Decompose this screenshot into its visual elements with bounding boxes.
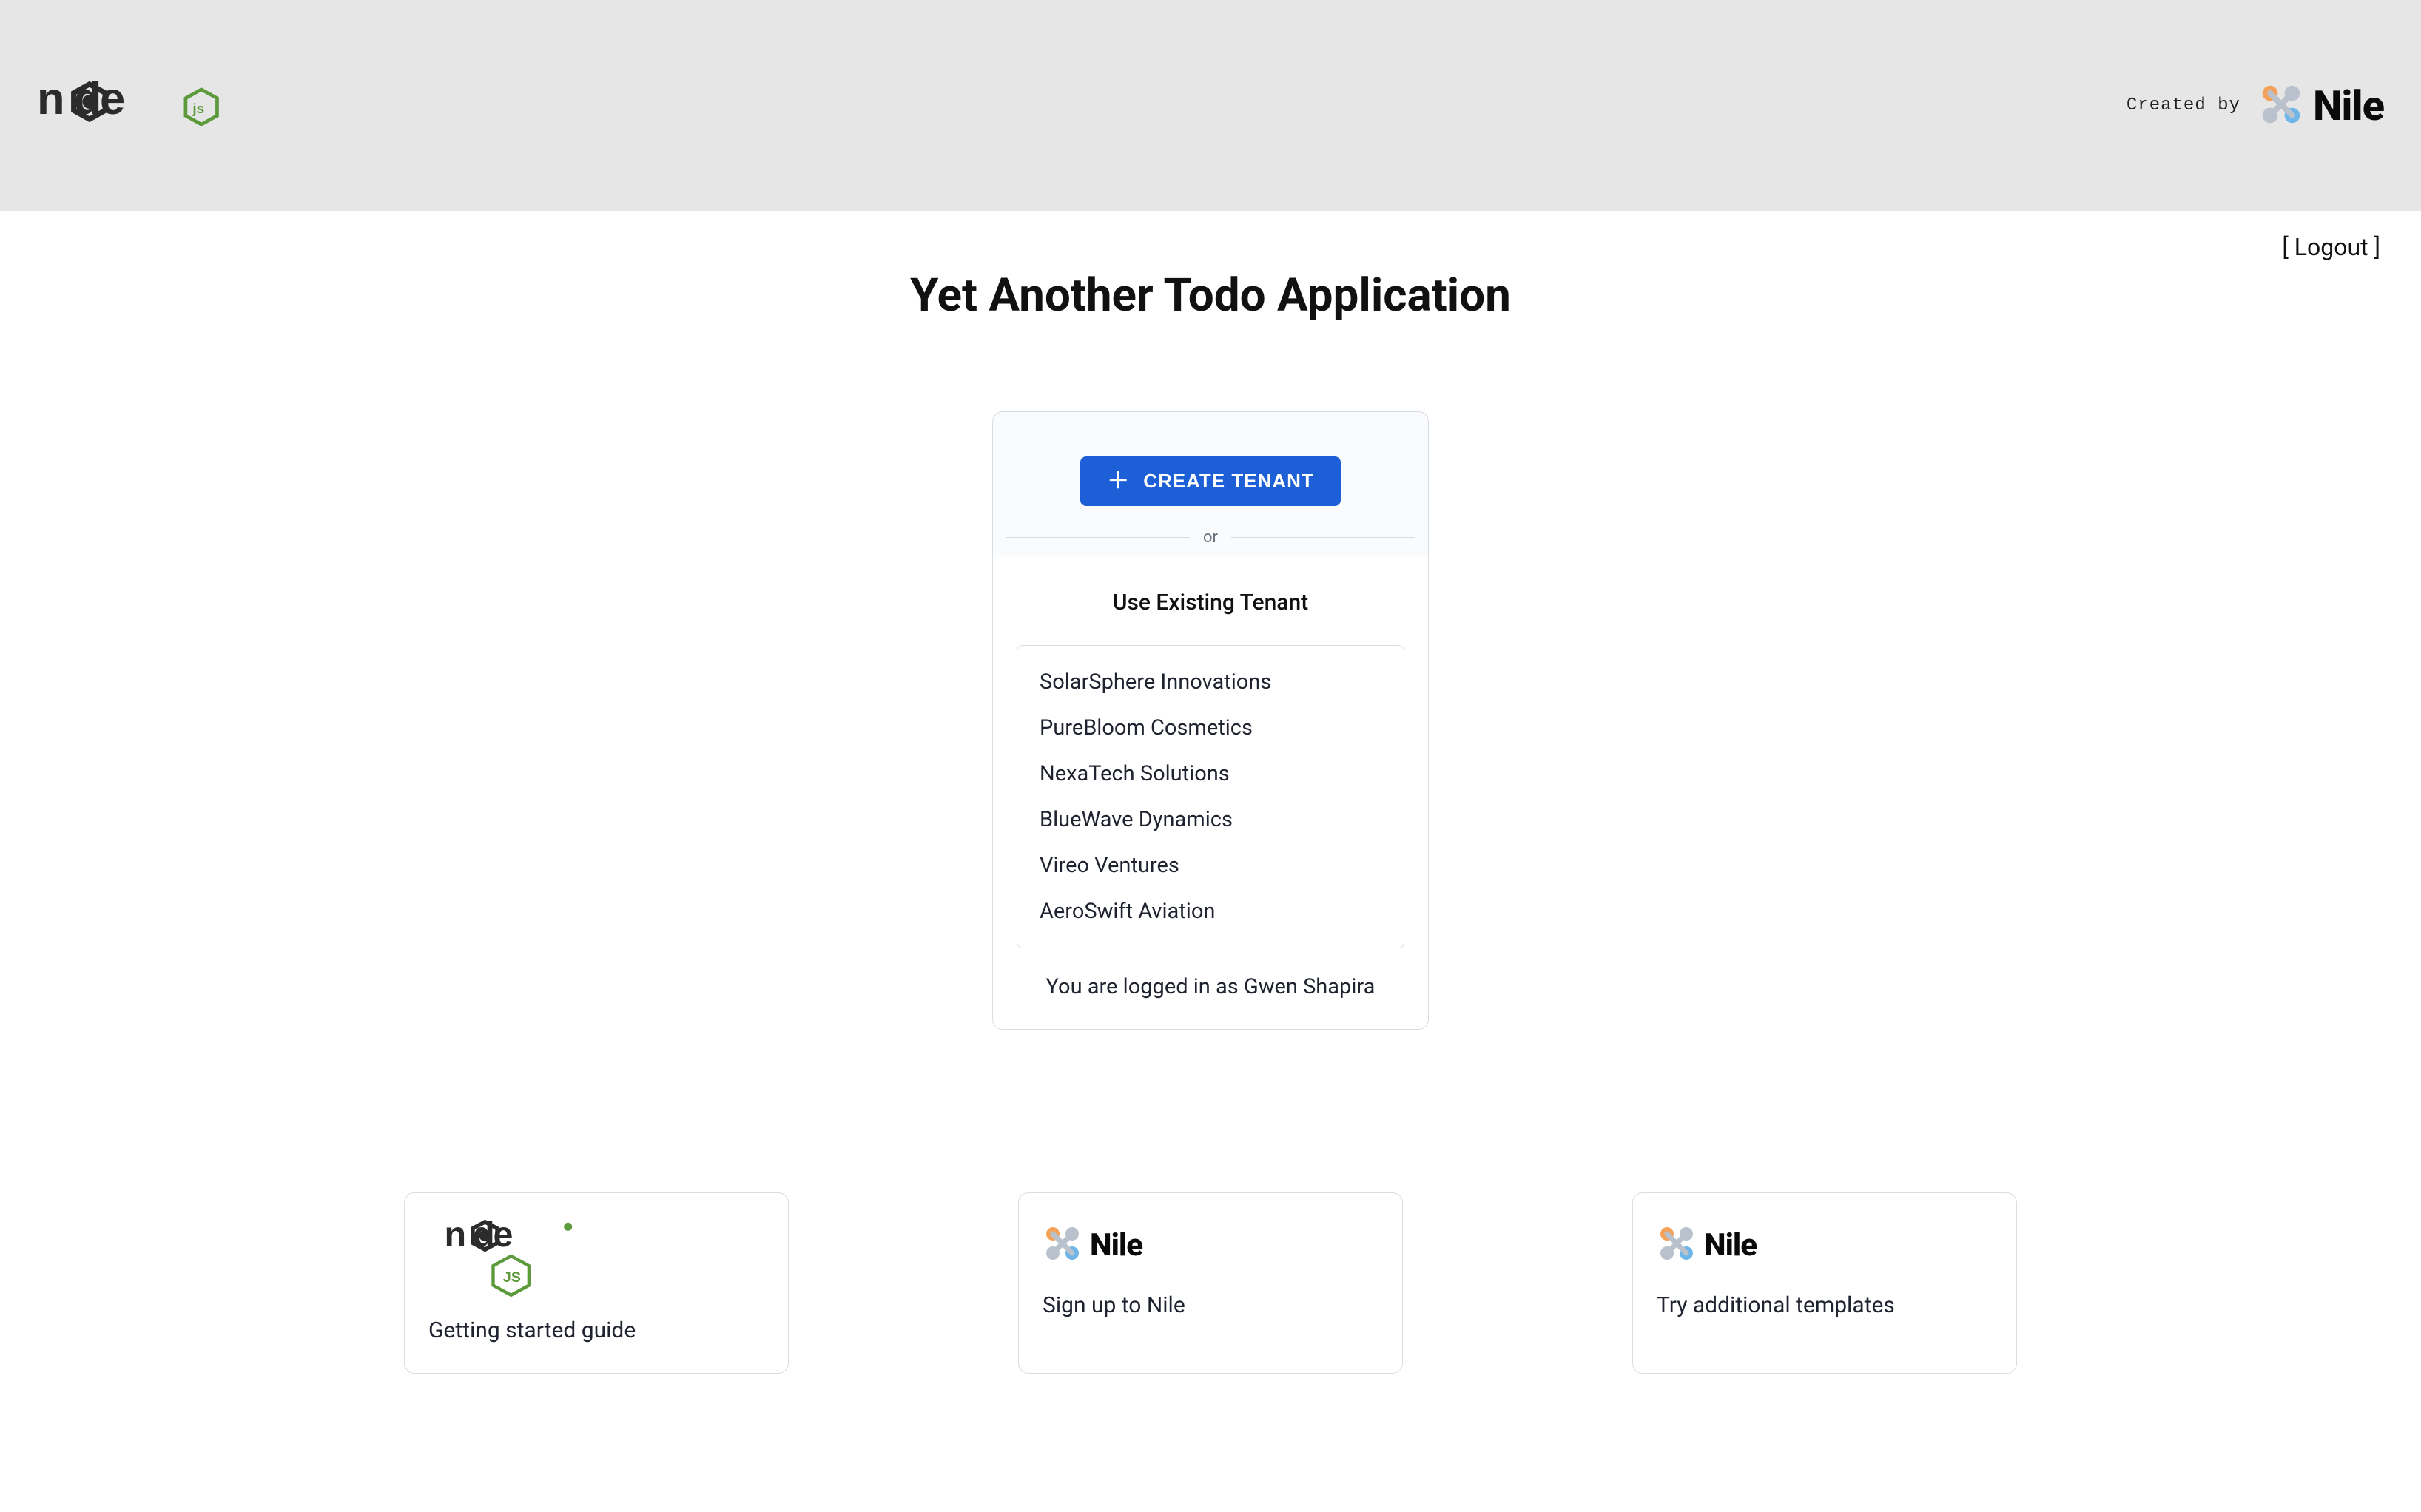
tenant-item[interactable]: Vireo Ventures	[1017, 843, 1404, 888]
footer-card-label: Try additional templates	[1657, 1292, 1993, 1318]
footer-card-label: Sign up to Nile	[1043, 1292, 1378, 1318]
footer-card-getting-started[interactable]: Getting started guide	[404, 1192, 789, 1374]
logged-in-prefix: You are logged in as	[1046, 974, 1244, 999]
header-left	[37, 71, 229, 141]
tenant-item[interactable]: SolarSphere Innovations	[1017, 659, 1404, 705]
plus-icon: ＋	[1107, 470, 1130, 493]
create-tenant-button[interactable]: ＋ CREATE TENANT	[1080, 456, 1341, 506]
tenant-item[interactable]: AeroSwift Aviation	[1017, 888, 1404, 934]
divider-line-left	[1006, 537, 1190, 538]
card-create-section: ＋ CREATE TENANT	[993, 412, 1428, 528]
nodejs-logo-icon	[37, 71, 229, 141]
divider-text: or	[1203, 528, 1218, 547]
main-content: Yet Another Todo Application ＋ CREATE TE…	[0, 269, 2421, 1074]
footer-card-logo: Nile	[1657, 1215, 1993, 1275]
nile-mark-icon	[1043, 1224, 1082, 1266]
logged-in-user: Gwen Shapira	[1244, 974, 1375, 999]
app-header: Created by Nile	[0, 0, 2421, 211]
divider-line-right	[1231, 537, 1415, 538]
tenant-item[interactable]: PureBloom Cosmetics	[1017, 705, 1404, 751]
existing-tenant-section: Use Existing Tenant SolarSphere Innovati…	[993, 556, 1428, 1029]
header-right: Created by Nile	[2127, 81, 2384, 130]
footer-card-templates[interactable]: Nile Try additional templates	[1632, 1192, 2017, 1374]
nile-wordmark: Nile	[1704, 1227, 1757, 1263]
footer-card-signup-nile[interactable]: Nile Sign up to Nile	[1018, 1192, 1403, 1374]
nile-mark-icon	[2258, 81, 2304, 130]
divider: or	[993, 528, 1428, 556]
footer-card-label: Getting started guide	[428, 1317, 764, 1343]
create-tenant-label: CREATE TENANT	[1143, 470, 1314, 493]
footer-cards: Getting started guide Nile Sign up to Ni…	[0, 1074, 2421, 1418]
topbar: [ Logout ]	[0, 211, 2421, 261]
created-by-label: Created by	[2127, 95, 2240, 115]
page-title: Yet Another Todo Application	[30, 269, 2391, 323]
footer-card-logo: Nile	[1043, 1215, 1378, 1275]
tenant-card: ＋ CREATE TENANT or Use Existing Tenant S…	[992, 411, 1429, 1030]
nodejs-logo-icon	[428, 1215, 599, 1300]
tenant-item[interactable]: BlueWave Dynamics	[1017, 797, 1404, 843]
tenant-item[interactable]: NexaTech Solutions	[1017, 751, 1404, 797]
logout-link[interactable]: [ Logout ]	[2282, 233, 2380, 261]
tenant-list: SolarSphere Innovations PureBloom Cosmet…	[1017, 645, 1404, 948]
nile-mark-icon	[1657, 1224, 1697, 1266]
existing-tenant-heading: Use Existing Tenant	[1017, 590, 1404, 615]
nile-logo: Nile	[2258, 81, 2384, 130]
footer-card-logo	[428, 1215, 764, 1300]
nile-wordmark: Nile	[2313, 81, 2384, 130]
nile-wordmark: Nile	[1090, 1227, 1142, 1263]
logged-in-status: You are logged in as Gwen Shapira	[1017, 948, 1404, 1007]
